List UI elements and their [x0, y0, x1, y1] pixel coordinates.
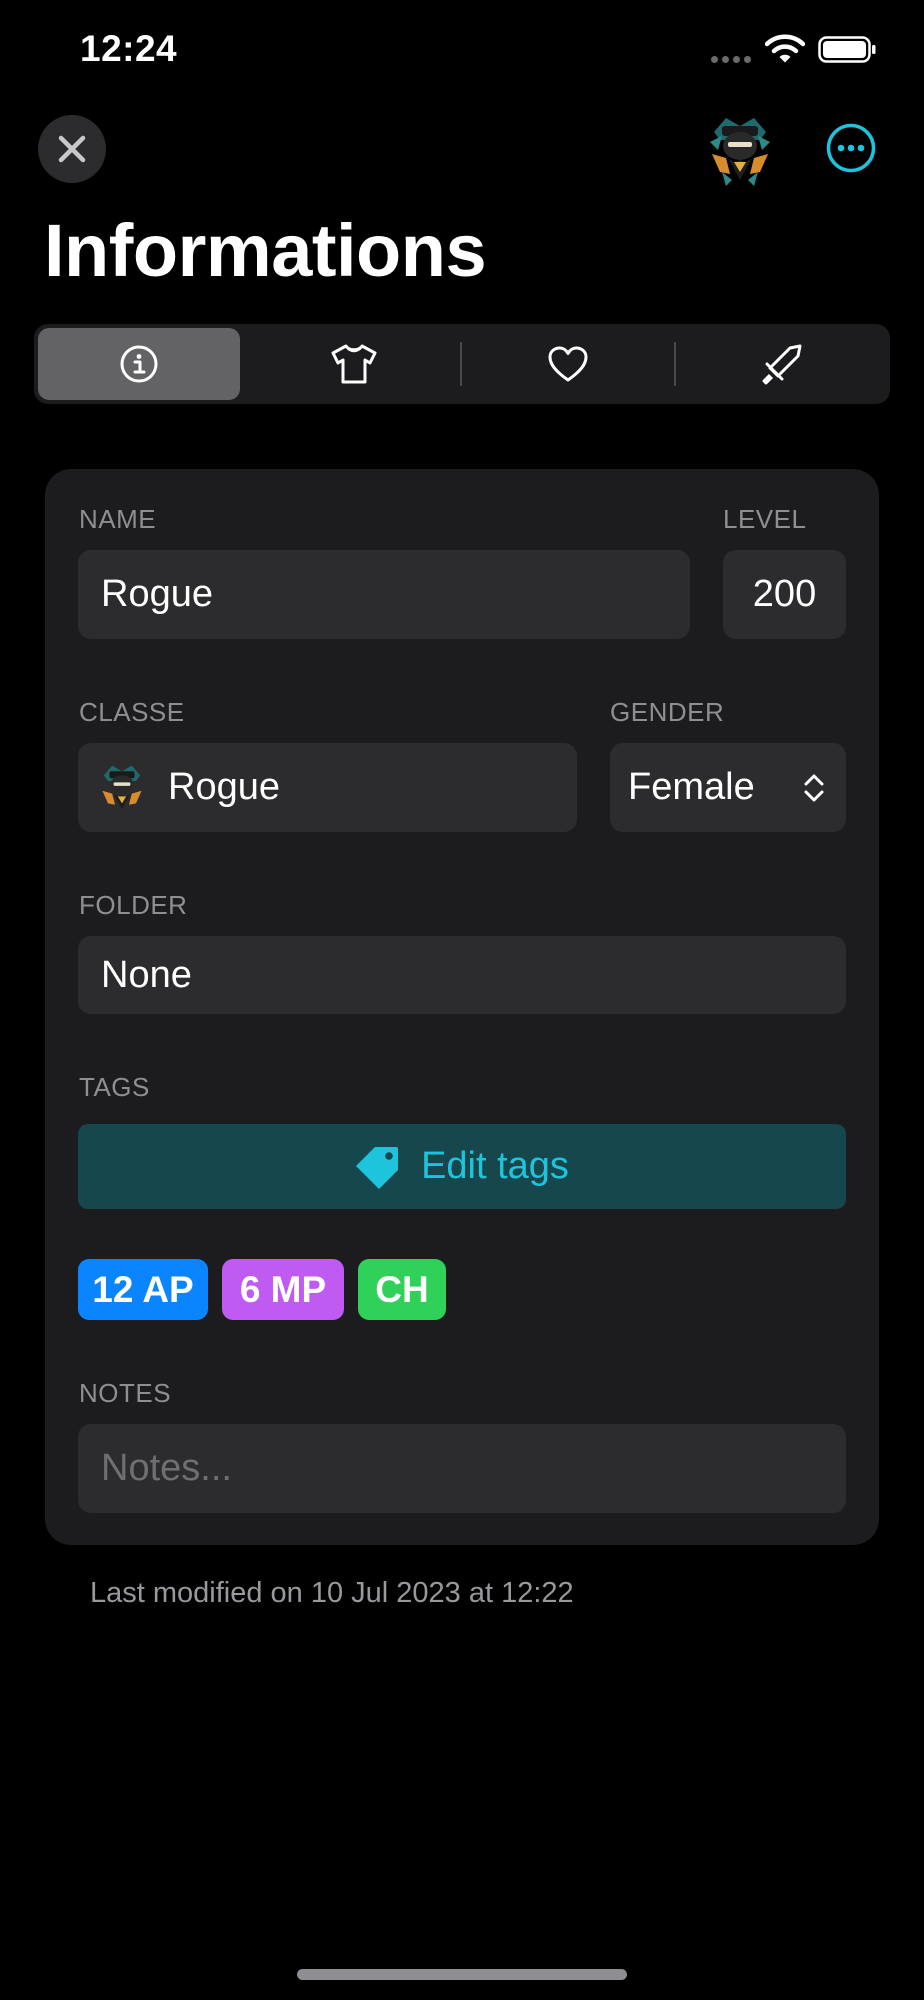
gender-value: Female [628, 766, 755, 808]
tab-favorites[interactable] [462, 328, 674, 400]
segmented-control [34, 324, 890, 404]
tab-combat[interactable] [676, 328, 888, 400]
name-value: Rogue [101, 573, 213, 615]
tshirt-icon [331, 344, 377, 384]
home-indicator [297, 1969, 627, 1980]
chevron-up-down-icon [804, 774, 824, 801]
sword-icon [762, 344, 802, 385]
xmark-icon [58, 135, 86, 163]
level-value: 200 [752, 573, 817, 615]
tag-icon [356, 1146, 399, 1189]
folder-label: FOLDER [79, 890, 188, 920]
classe-value: Rogue [168, 766, 280, 808]
info-card: NAME LEVEL Rogue 200 CLASSE GENDER Rogue [45, 469, 879, 1545]
tags-label: TAGS [79, 1072, 150, 1102]
gender-picker[interactable]: Female [610, 743, 846, 832]
name-label: NAME [79, 504, 157, 534]
name-field[interactable]: Rogue [78, 550, 690, 639]
notes-label: NOTES [79, 1378, 172, 1408]
folder-value: None [101, 953, 192, 996]
wifi-icon [765, 34, 805, 63]
cellular-signal-icon [711, 56, 751, 63]
rogue-class-icon[interactable] [700, 110, 780, 190]
notes-field[interactable]: Notes... [78, 1424, 846, 1513]
screen: 12:24 Informations NAME LEVEL Rogue 200 … [0, 0, 924, 2000]
tag-badge[interactable]: 6 MP [222, 1259, 344, 1320]
tag-badge[interactable]: 12 AP [78, 1259, 208, 1320]
rogue-class-icon [102, 765, 142, 809]
tab-equipment[interactable] [248, 328, 460, 400]
gender-label: GENDER [610, 697, 725, 727]
ellipsis-circle-icon [826, 123, 876, 173]
folder-field[interactable]: None [78, 936, 846, 1014]
edit-tags-label: Edit tags [421, 1145, 569, 1187]
level-label: LEVEL [723, 504, 807, 534]
info-circle-icon [120, 345, 158, 383]
heart-icon [548, 346, 588, 382]
page-title: Informations [44, 209, 487, 292]
classe-picker[interactable]: Rogue [78, 743, 577, 832]
status-time: 12:24 [80, 28, 178, 69]
edit-tags-button[interactable]: Edit tags [78, 1124, 846, 1209]
level-field[interactable]: 200 [723, 550, 846, 639]
last-modified-text: Last modified on 10 Jul 2023 at 12:22 [90, 1577, 574, 1609]
battery-icon [818, 36, 876, 63]
close-button[interactable] [38, 115, 106, 183]
classe-label: CLASSE [79, 697, 185, 727]
notes-placeholder: Notes... [101, 1447, 232, 1489]
more-button[interactable] [826, 123, 876, 173]
tag-badge[interactable]: CH [358, 1259, 446, 1320]
tab-info[interactable] [34, 328, 244, 400]
